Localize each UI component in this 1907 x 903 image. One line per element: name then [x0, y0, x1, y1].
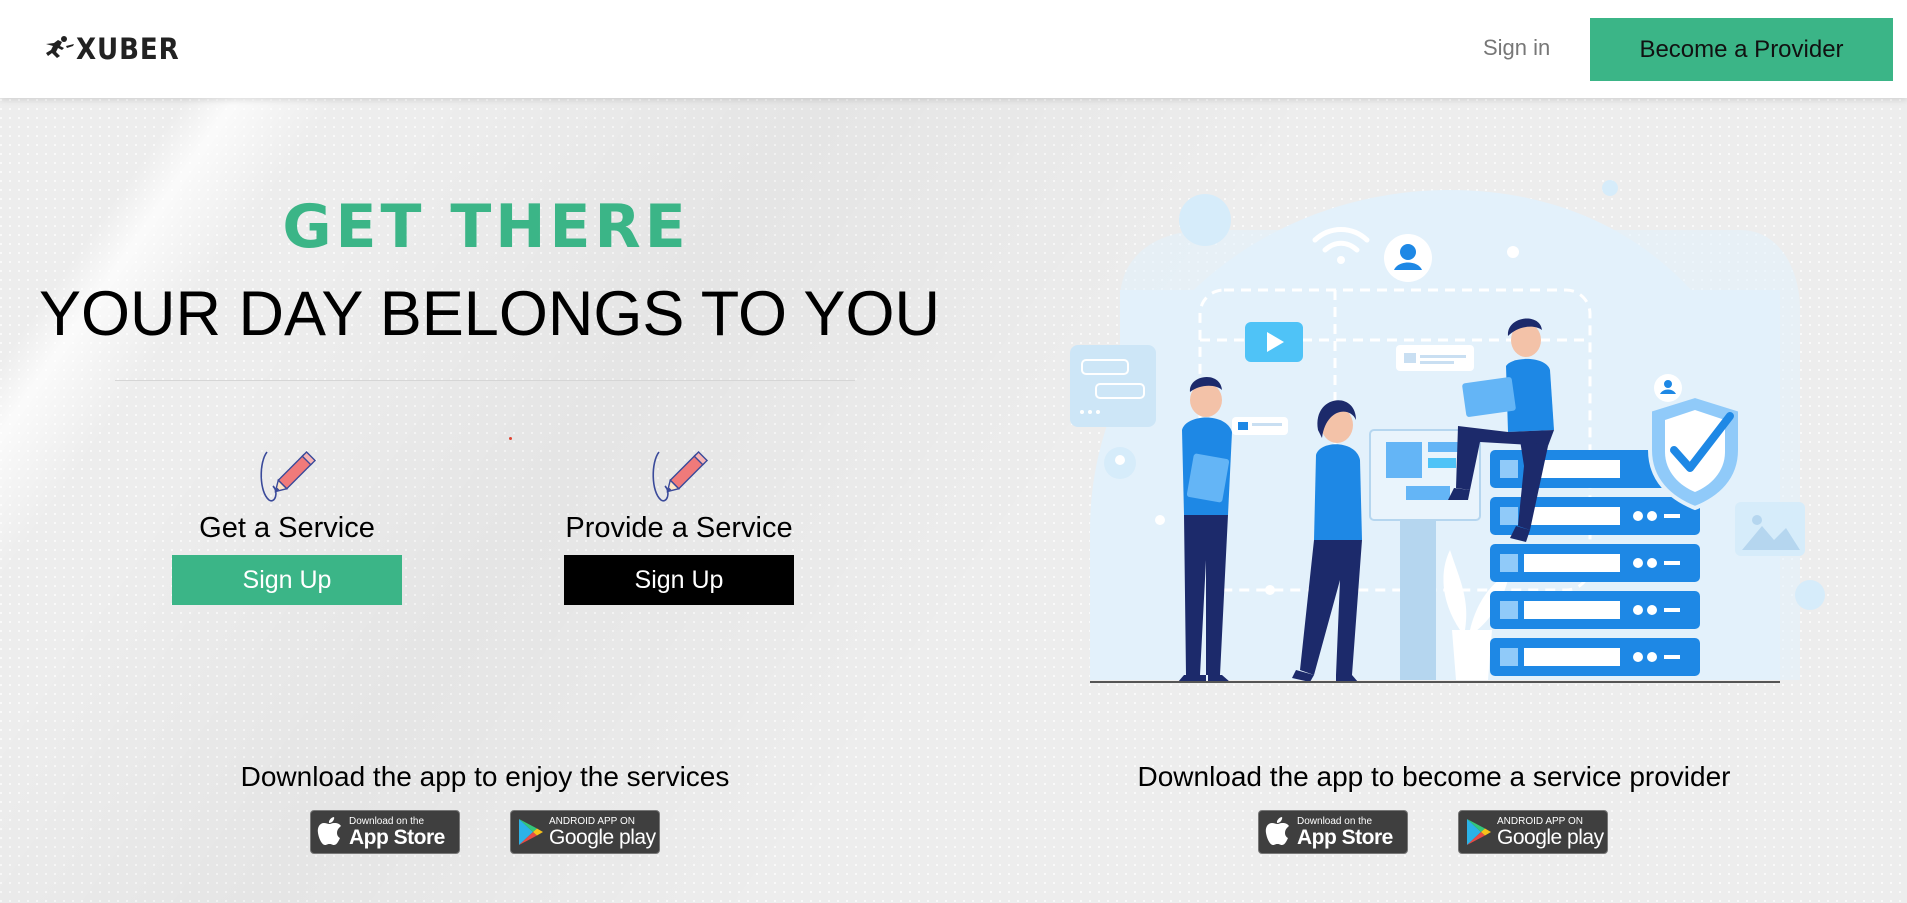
app-store-big: App Store: [349, 825, 445, 849]
become-provider-button[interactable]: Become a Provider: [1590, 18, 1893, 81]
provide-service-card: Provide a Service Sign Up: [559, 442, 799, 605]
logo-runner-icon: [46, 36, 74, 58]
app-store-big: App Store: [1297, 825, 1393, 849]
provide-service-label: Provide a Service: [565, 512, 793, 544]
apple-icon: [1259, 812, 1297, 852]
top-header: XUBER Sign in Become a Provider: [0, 0, 1907, 98]
google-play-badge[interactable]: ANDROID APP ON Google play: [510, 810, 660, 854]
app-store-badge[interactable]: Download on the App Store: [1258, 810, 1408, 854]
google-play-big: Google play: [549, 825, 656, 849]
logo-text: XUBER: [76, 32, 180, 66]
google-play-icon: [1459, 812, 1497, 852]
get-service-signup-button[interactable]: Sign Up: [172, 555, 402, 605]
download-provider-text: Download the app to become a service pro…: [1137, 761, 1731, 792]
google-play-icon: [511, 812, 549, 852]
app-store-small: Download on the: [1297, 815, 1373, 827]
hero-divider: [115, 380, 855, 381]
google-play-small: ANDROID APP ON: [1497, 815, 1583, 827]
provide-service-signup-button[interactable]: Sign Up: [564, 555, 794, 605]
google-play-big: Google play: [1497, 825, 1604, 849]
get-service-card: Get a Service Sign Up: [167, 442, 407, 605]
hero-title: GET THERE: [282, 192, 690, 262]
hero-subtitle: YOUR DAY BELONGS TO YOU: [39, 279, 940, 349]
decorative-dot: [509, 437, 512, 440]
get-service-label: Get a Service: [199, 512, 375, 544]
apple-icon: [311, 812, 349, 852]
app-store-badge[interactable]: Download on the App Store: [310, 810, 460, 854]
signin-link[interactable]: Sign in: [1483, 35, 1550, 61]
google-play-badge[interactable]: ANDROID APP ON Google play: [1458, 810, 1608, 854]
hero-illustration: [1070, 180, 1825, 683]
app-store-small: Download on the: [349, 815, 425, 827]
google-play-small: ANDROID APP ON: [549, 815, 635, 827]
pencil-signature-icon: [652, 450, 709, 502]
download-enjoy-text: Download the app to enjoy the services: [240, 761, 730, 792]
pencil-signature-icon: [260, 450, 317, 502]
logo[interactable]: XUBER: [42, 30, 191, 68]
